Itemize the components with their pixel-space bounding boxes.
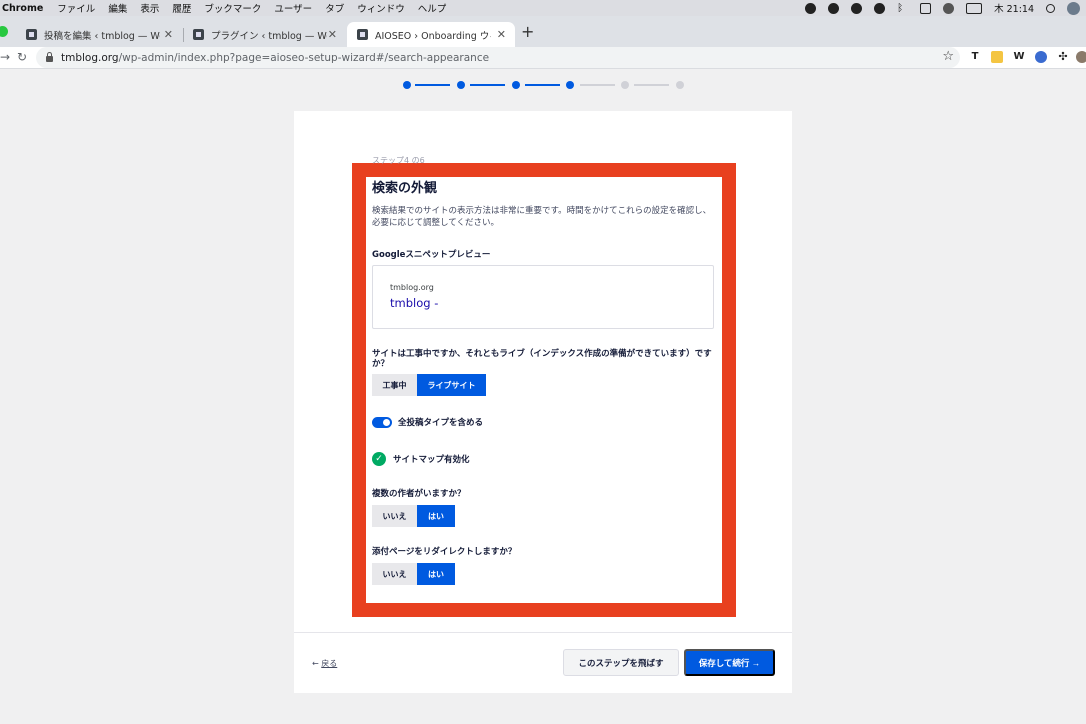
tab-title: AIOSEO › Onboarding ウィザード xyxy=(375,30,491,42)
redirect-attachments-no-button[interactable]: いいえ xyxy=(372,563,417,585)
redirect-attachments-yes-button[interactable]: はい xyxy=(417,563,455,585)
card-footer-divider xyxy=(294,632,792,633)
hat-icon[interactable] xyxy=(851,2,863,14)
ext-globe-icon[interactable] xyxy=(1035,51,1047,63)
cloud-icon[interactable] xyxy=(828,2,840,14)
tab-edit-post[interactable]: 投稿を編集 ‹ tmblog — WordPress ✕ xyxy=(16,22,182,47)
page-title: 検索の外観 xyxy=(372,181,438,196)
url-host: tmblog.org xyxy=(61,51,119,64)
menu-help[interactable]: ヘルプ xyxy=(418,1,447,15)
include-all-post-types-toggle[interactable] xyxy=(372,416,392,428)
tab-title: プラグイン ‹ tmblog — WordPress xyxy=(211,30,327,42)
multiple-authors-yes-button[interactable]: はい xyxy=(417,505,455,527)
close-icon[interactable]: ✕ xyxy=(328,28,337,41)
step-line xyxy=(525,84,560,86)
step-dot-3 xyxy=(512,81,520,89)
tab-plugins[interactable]: プラグイン ‹ tmblog — WordPress ✕ xyxy=(183,22,346,47)
redirect-attachments-question: 添付ページをリダイレクトしますか？ xyxy=(372,547,517,557)
under-construction-button[interactable]: 工事中 xyxy=(372,374,417,396)
forward-arrow-icon[interactable]: → xyxy=(0,50,10,64)
browser-tab-strip: 投稿を編集 ‹ tmblog — WordPress ✕ プラグイン ‹ tmb… xyxy=(0,16,1086,47)
menu-bookmarks[interactable]: ブックマーク xyxy=(204,1,261,15)
address-bar[interactable]: tmblog.org /wp-admin/index.php?page=aios… xyxy=(36,47,960,68)
profile-avatar[interactable] xyxy=(1076,51,1086,63)
bookmark-star-icon[interactable]: ☆ xyxy=(942,49,954,64)
live-site-button[interactable]: ライブサイト xyxy=(417,374,486,396)
menu-user[interactable]: ユーザー xyxy=(274,1,312,15)
multiple-authors-question: 複数の作者がいますか？ xyxy=(372,489,466,499)
step-line xyxy=(634,84,669,86)
close-icon[interactable]: ✕ xyxy=(164,28,173,41)
check-circle-icon: ✓ xyxy=(372,452,386,466)
include-all-post-types-label: 全投稿タイプを含める xyxy=(398,418,484,428)
menu-view[interactable]: 表示 xyxy=(140,1,159,15)
step-line xyxy=(470,84,505,86)
wifi-icon[interactable] xyxy=(943,2,955,14)
bluetooth-icon[interactable]: ᛒ xyxy=(897,3,908,14)
menu-file[interactable]: ファイル xyxy=(57,1,95,15)
battery-icon[interactable] xyxy=(966,2,983,14)
include-all-post-types-row: 全投稿タイプを含める xyxy=(372,416,483,428)
menu-tab[interactable]: タブ xyxy=(325,1,344,15)
site-status-question: サイトは工事中ですか、それともライブ（インデックス作成の準備ができています）です… xyxy=(372,349,712,369)
extensions-puzzle-icon[interactable]: ✣ xyxy=(1057,51,1069,63)
menu-window[interactable]: ウィンドウ xyxy=(357,1,405,15)
back-link-label: 戻る xyxy=(321,659,338,668)
back-arrow-icon: ← xyxy=(312,659,319,668)
wordpress-favicon-icon xyxy=(357,29,368,40)
browser-toolbar: → ↻ tmblog.org /wp-admin/index.php?page=… xyxy=(0,47,1086,69)
ext-grid-icon[interactable] xyxy=(991,51,1003,63)
step-line xyxy=(415,84,450,86)
wordpress-favicon-icon xyxy=(26,29,37,40)
step-counter: ステップ4 の6 xyxy=(372,156,425,165)
url-path: /wp-admin/index.php?page=aioseo-setup-wi… xyxy=(118,51,490,64)
sitemap-row: ✓ サイトマップ有効化 xyxy=(372,452,470,466)
new-tab-plus-icon[interactable]: + xyxy=(521,22,534,41)
step-dot-1 xyxy=(403,81,411,89)
tab-aioseo-onboarding[interactable]: AIOSEO › Onboarding ウィザード ✕ xyxy=(347,22,515,47)
sitemap-enabled-label: サイトマップ有効化 xyxy=(393,455,470,465)
step-line xyxy=(580,84,615,86)
lock-icon[interactable] xyxy=(46,52,53,62)
user-avatar[interactable] xyxy=(1067,1,1080,15)
snippet-title: tmblog - xyxy=(390,296,439,310)
spotlight-search-icon[interactable] xyxy=(1046,3,1055,13)
multiple-authors-toggle-group: いいえ はい xyxy=(372,505,455,527)
step-dot-2 xyxy=(457,81,465,89)
reload-icon[interactable]: ↻ xyxy=(17,50,27,64)
tab-title: 投稿を編集 ‹ tmblog — WordPress xyxy=(44,30,160,42)
google-snippet-preview: tmblog.org tmblog - xyxy=(372,265,714,329)
menu-history[interactable]: 履歴 xyxy=(172,1,191,15)
site-status-toggle-group: 工事中 ライブサイト xyxy=(372,374,486,396)
macos-menubar: Chrome ファイル 編集 表示 履歴 ブックマーク ユーザー タブ ウィンド… xyxy=(0,0,1086,16)
step-dot-4 xyxy=(566,81,574,89)
app-menu[interactable]: Chrome xyxy=(2,3,43,14)
save-and-continue-button[interactable]: 保存して続行 → xyxy=(684,649,775,676)
snippet-url: tmblog.org xyxy=(390,283,434,292)
wordpress-favicon-icon xyxy=(193,29,204,40)
skip-step-button[interactable]: このステップを飛ばす xyxy=(563,649,679,676)
back-link[interactable]: ← 戻る xyxy=(312,658,337,669)
step-dot-6 xyxy=(676,81,684,89)
window-zoom-button[interactable] xyxy=(0,26,8,37)
menubar-status-area: ᛒ 木 21:14 xyxy=(805,0,1080,16)
ext-t-icon[interactable]: T xyxy=(969,51,981,63)
snippet-preview-label: Googleスニペットプレビュー xyxy=(372,250,491,260)
rocket-icon[interactable] xyxy=(805,2,817,14)
ghost-icon[interactable] xyxy=(874,2,886,14)
page-description: 検索結果でのサイトの表示方法は非常に重要です。時間をかけてこれらの設定を確認し、… xyxy=(372,206,712,228)
multiple-authors-no-button[interactable]: いいえ xyxy=(372,505,417,527)
step-dot-5 xyxy=(621,81,629,89)
ext-w-icon[interactable]: W xyxy=(1013,51,1025,63)
menubar-clock[interactable]: 木 21:14 xyxy=(994,1,1034,15)
close-icon[interactable]: ✕ xyxy=(497,28,506,41)
menu-edit[interactable]: 編集 xyxy=(108,1,127,15)
input-source-icon[interactable] xyxy=(920,2,932,14)
redirect-attachments-toggle-group: いいえ はい xyxy=(372,563,455,585)
